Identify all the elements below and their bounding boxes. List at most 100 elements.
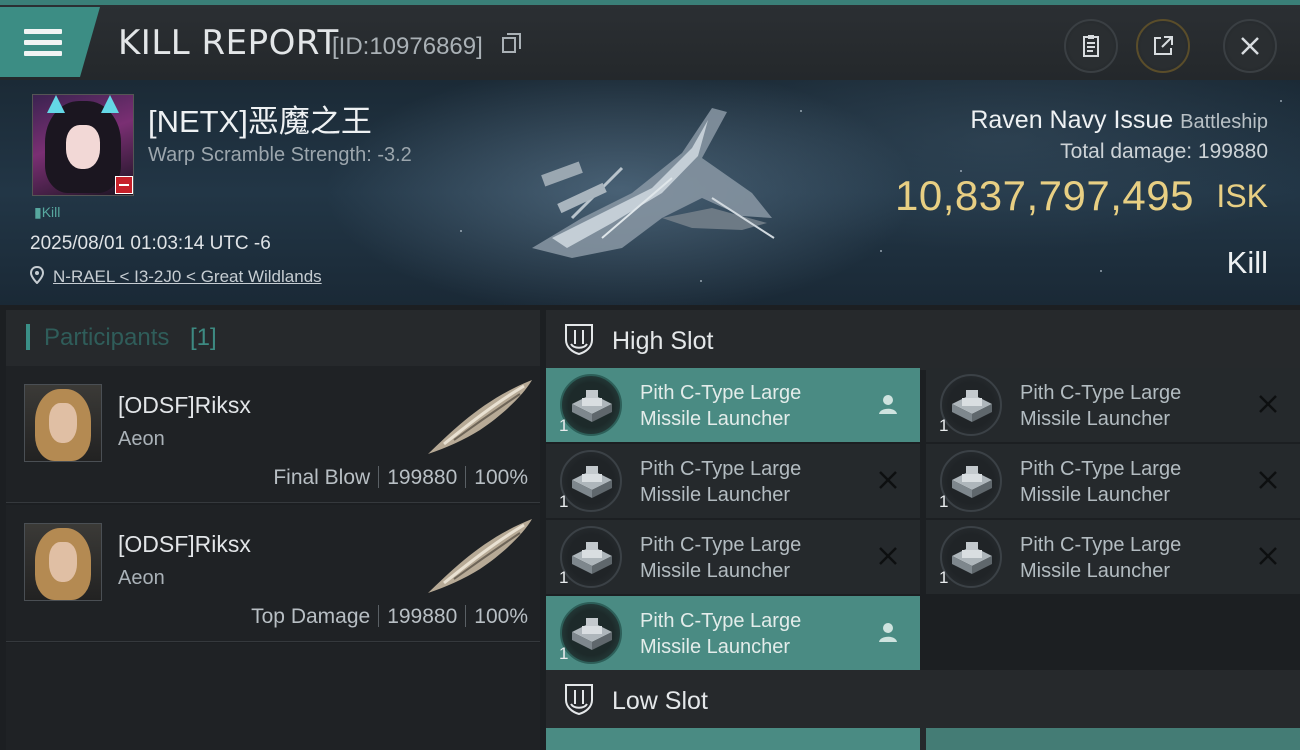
avatar-face [66,125,100,169]
report-id: [ID:10976869] [332,33,483,60]
participant-role: Final Blow [273,466,371,489]
kill-tag-label: Kill [41,204,61,220]
module-name-line: Pith C-Type Large [640,534,802,556]
participants-label: Participants [44,324,170,351]
avatar-face [49,403,77,443]
module-item[interactable] [926,728,1300,750]
module-quantity: 1 [559,492,569,511]
module-name-line: Pith C-Type Large [640,458,802,480]
isk-unit: ISK [1216,178,1268,214]
hamburger-icon-bar [24,40,62,45]
participant-ship: Aeon [118,567,165,589]
page-title: KILL REPORT [118,23,339,63]
clipboard-icon [1083,35,1099,57]
module-item[interactable]: 1 Pith C-Type Large Missile Launcher [546,444,920,518]
module-item[interactable]: 1 Pith C-Type Large Missile Launcher [546,520,920,594]
module-item[interactable]: 1 Pith C-Type Large Missile Launcher [926,368,1300,442]
x-icon [879,471,897,489]
participant-stats: Final Blow 199880 100% [273,466,528,490]
shield-icon [565,684,593,716]
star [880,250,882,252]
module-item[interactable] [546,728,920,750]
clipboard-button[interactable] [1064,19,1118,73]
victim-ship-image [532,108,775,258]
star [1280,100,1282,102]
participants-empty-area [6,643,540,750]
ship-name: Raven Navy Issue [970,106,1174,134]
location-pin-icon [30,266,44,284]
victim-ship: Raven Navy Issue Battleship [970,106,1268,135]
menu-button[interactable] [0,7,100,77]
module-name-line: Missile Launcher [640,636,791,658]
module-item[interactable]: 1 Pith C-Type Large Missile Launcher [926,444,1300,518]
module-name-line: Pith C-Type Large [640,382,802,404]
participant-damage: 199880 [387,605,458,628]
avatar-ear [101,95,119,113]
share-icon [1154,36,1173,55]
low-slot-modules-partial [546,728,1300,750]
hamburger-icon [24,29,62,34]
close-button[interactable] [1223,19,1277,73]
missile-launcher-icon [952,390,992,422]
module-name-line: Pith C-Type Large [1020,534,1182,556]
module-name: Pith C-Type Large Missile Launcher [640,608,801,660]
module-name: Pith C-Type Large Missile Launcher [1020,456,1181,508]
module-name-line: Missile Launcher [1020,484,1171,506]
divider [465,466,467,488]
module-quantity: 1 [559,416,569,435]
participant-ship-image [428,380,532,454]
copy-icon[interactable] [502,33,521,53]
location-link[interactable]: N-RAEL < I3-2J0 < Great Wildlands [53,267,322,287]
divider [378,466,380,488]
hamburger-icon-bar [24,51,62,56]
low-slot-label: Low Slot [612,687,708,715]
module-name-line: Missile Launcher [1020,408,1171,430]
participant-row[interactable]: [ODSF]Riksx Aeon Top Damage 199880 100% [6,505,540,642]
module-name: Pith C-Type Large Missile Launcher [640,532,801,584]
participant-avatar[interactable] [24,384,102,462]
pilot-icon [879,395,897,414]
missile-launcher-icon [572,542,612,574]
participant-percent: 100% [474,605,528,628]
participant-name: [ODSF]Riksx [118,531,251,557]
participant-percent: 100% [474,466,528,489]
module-name-line: Missile Launcher [640,560,791,582]
module-quantity: 1 [559,644,569,663]
module-quantity: 1 [939,568,949,587]
close-icon [1241,37,1259,55]
module-item[interactable]: 1 Pith C-Type Large Missile Launcher [546,368,920,442]
warp-scramble-strength: Warp Scramble Strength: -3.2 [148,144,412,166]
x-icon [1259,471,1277,489]
kill-result: Kill [1226,245,1268,280]
module-name-line: Pith C-Type Large [1020,382,1182,404]
participant-damage: 199880 [387,466,458,489]
participants-count: [1] [190,324,217,351]
x-icon [1259,547,1277,565]
section-accent [26,324,30,350]
shield-icon [565,324,593,356]
module-name: Pith C-Type Large Missile Launcher [1020,380,1181,432]
participant-role: Top Damage [251,605,371,628]
kill-tag: ▮Kill [34,204,61,220]
low-slot-header: Low Slot [546,670,1300,730]
participant-ship: Aeon [118,428,165,450]
share-button[interactable] [1136,19,1190,73]
star [800,110,802,112]
module-item[interactable]: 1 Pith C-Type Large Missile Launcher [546,596,920,670]
participant-stats: Top Damage 199880 100% [251,605,528,629]
missile-launcher-icon [952,466,992,498]
module-quantity: 1 [939,492,949,511]
top-bar: KILL REPORT [ID:10976869] [0,0,1300,80]
module-item[interactable]: 1 Pith C-Type Large Missile Launcher [926,520,1300,594]
star [700,280,702,282]
participant-ship-image [428,519,532,593]
divider [465,605,467,627]
missile-launcher-icon [572,390,612,422]
victim-panel: [NETX]恶魔之王 Warp Scramble Strength: -3.2 … [0,80,1300,305]
star [1100,270,1102,272]
participant-row[interactable]: [ODSF]Riksx Aeon Final Blow 199880 100% [6,366,540,503]
module-name: Pith C-Type Large Missile Launcher [1020,532,1181,584]
participant-avatar[interactable] [24,523,102,601]
star [460,230,462,232]
x-icon [879,547,897,565]
